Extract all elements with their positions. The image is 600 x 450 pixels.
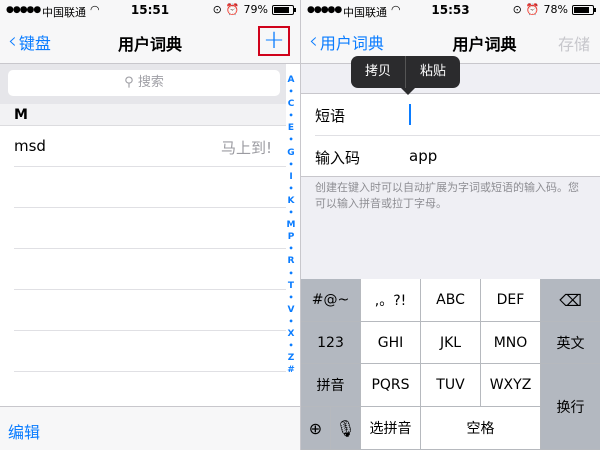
shortcut-input[interactable]: app	[409, 147, 437, 165]
add-entry-screen: ●●●●● 中国联通 ◠ 15:53 ⊙ ⏰ 78% ‹ 用户词典 用户词典 存…	[300, 0, 600, 450]
phrase-field[interactable]: 短语	[301, 94, 600, 135]
space-key[interactable]: 空格	[421, 407, 541, 450]
index-letter[interactable]: A	[288, 74, 295, 86]
bottom-toolbar: 编辑	[0, 406, 300, 450]
index-letter[interactable]: •	[288, 243, 293, 255]
key-def[interactable]: DEF	[481, 279, 541, 322]
entry-form: 短语 输入码 app	[301, 93, 600, 177]
index-letter[interactable]: E	[288, 122, 294, 134]
microphone-icon: 🎙	[335, 418, 356, 438]
list-item[interactable]: msd 马上到!	[14, 126, 286, 167]
index-letter[interactable]: I	[289, 171, 292, 183]
index-letter[interactable]: •	[288, 207, 293, 219]
key-ghi[interactable]: GHI	[361, 322, 421, 364]
copy-menu-item[interactable]: 拷贝	[351, 56, 405, 88]
key-wxyz[interactable]: WXYZ	[481, 364, 541, 407]
status-bar: ●●●●● 中国联通 ◠ 15:51 ⊙ ⏰ 79%	[0, 0, 300, 20]
empty-row	[14, 290, 286, 331]
edit-button[interactable]: 编辑	[8, 419, 40, 443]
key-jkl[interactable]: JKL	[421, 322, 481, 364]
index-letter[interactable]: X	[288, 328, 295, 340]
lock-rotation-icon: ⊙	[512, 3, 522, 16]
backspace-icon: ⌫	[559, 290, 582, 310]
alarm-icon: ⏰	[225, 3, 240, 16]
index-letter[interactable]: P	[288, 231, 295, 243]
search-icon: ⚲	[124, 75, 134, 90]
empty-row	[14, 249, 286, 290]
backspace-key[interactable]: ⌫	[541, 279, 600, 322]
battery-icon	[272, 4, 296, 15]
globe-icon: ⊕	[308, 418, 323, 438]
page-title: 用户词典	[117, 35, 182, 54]
key-punctuation[interactable]: ,。?!	[361, 279, 421, 322]
status-bar: ●●●●● 中国联通 ◠ 15:53 ⊙ ⏰ 78%	[301, 0, 600, 20]
index-letter[interactable]: •	[288, 316, 293, 328]
index-letter[interactable]: •	[288, 110, 293, 122]
empty-row	[14, 208, 286, 249]
key-pinyin[interactable]: 拼音	[301, 364, 361, 407]
index-letter[interactable]: •	[288, 159, 293, 171]
key-symbols[interactable]: #@~	[301, 279, 361, 322]
text-cursor	[409, 104, 411, 125]
key-tuv[interactable]: TUV	[421, 364, 481, 407]
key-numbers[interactable]: 123	[301, 322, 361, 364]
index-letter[interactable]: •	[288, 86, 293, 98]
index-letter[interactable]: T	[288, 280, 294, 292]
user-dictionary-list-screen: ●●●●● 中国联通 ◠ 15:51 ⊙ ⏰ 79% ‹ 键盘 用户词典 + ⚲…	[0, 0, 300, 450]
keyboard: #@~ ,。?! ABC DEF ⌫ 123 GHI JKL MNO 英文 拼音…	[301, 279, 600, 450]
section-header: M	[0, 104, 286, 126]
empty-row	[14, 167, 286, 208]
edit-menu-popup: 拷贝 粘贴	[351, 56, 461, 95]
index-letter[interactable]: K	[288, 195, 295, 207]
return-key[interactable]: 换行	[541, 364, 600, 450]
dictation-key[interactable]: 🎙	[331, 407, 361, 450]
key-mno[interactable]: MNO	[481, 322, 541, 364]
shortcut-label: 输入码	[315, 149, 361, 167]
key-select-pinyin[interactable]: 选拼音	[361, 407, 421, 450]
add-entry-button[interactable]: +	[258, 26, 290, 56]
battery-icon	[572, 4, 596, 15]
key-abc[interactable]: ABC	[421, 279, 481, 322]
index-letter[interactable]: •	[288, 268, 293, 280]
page-title: 用户词典	[452, 35, 517, 54]
key-english[interactable]: 英文	[541, 322, 600, 364]
index-letter[interactable]: C	[288, 98, 295, 110]
alarm-icon: ⏰	[525, 3, 540, 16]
search-placeholder: 搜索	[137, 75, 164, 90]
save-button[interactable]: 存储	[558, 31, 590, 55]
battery-percent: 79%	[243, 3, 268, 16]
index-letter[interactable]: R	[288, 255, 295, 267]
search-input[interactable]: ⚲ 搜索	[8, 70, 280, 96]
section-index[interactable]: A • C • E • G • I • K • M P • R • T • V • X • Z #	[284, 74, 298, 376]
paste-menu-item[interactable]: 粘贴	[406, 56, 460, 88]
index-letter[interactable]: •	[288, 340, 293, 352]
entry-shortcut: msd	[14, 137, 46, 155]
index-letter[interactable]: #	[287, 364, 295, 376]
help-text: 创建在键入时可以自动扩展为字词或短语的输入码。您可以输入拼音或拉丁字母。	[315, 181, 579, 210]
index-letter[interactable]: V	[288, 304, 295, 316]
search-bar: ⚲ 搜索	[0, 64, 286, 104]
entry-list: msd 马上到!	[0, 126, 286, 413]
index-letter[interactable]: M	[287, 219, 296, 231]
index-letter[interactable]: G	[287, 147, 294, 159]
battery-percent: 78%	[543, 3, 568, 16]
popup-arrow	[401, 88, 415, 95]
index-letter[interactable]: •	[288, 134, 293, 146]
lock-rotation-icon: ⊙	[212, 3, 222, 16]
phrase-label: 短语	[315, 107, 346, 125]
navigation-bar: ‹ 键盘 用户词典 +	[0, 20, 300, 64]
index-letter[interactable]: •	[288, 292, 293, 304]
key-pqrs[interactable]: PQRS	[361, 364, 421, 407]
empty-row	[14, 331, 286, 372]
globe-key[interactable]: ⊕	[301, 407, 331, 450]
shortcut-field[interactable]: 输入码 app	[315, 135, 600, 176]
entry-phrase: 马上到!	[220, 139, 272, 157]
index-letter[interactable]: Z	[288, 352, 295, 364]
index-letter[interactable]: •	[288, 183, 293, 195]
